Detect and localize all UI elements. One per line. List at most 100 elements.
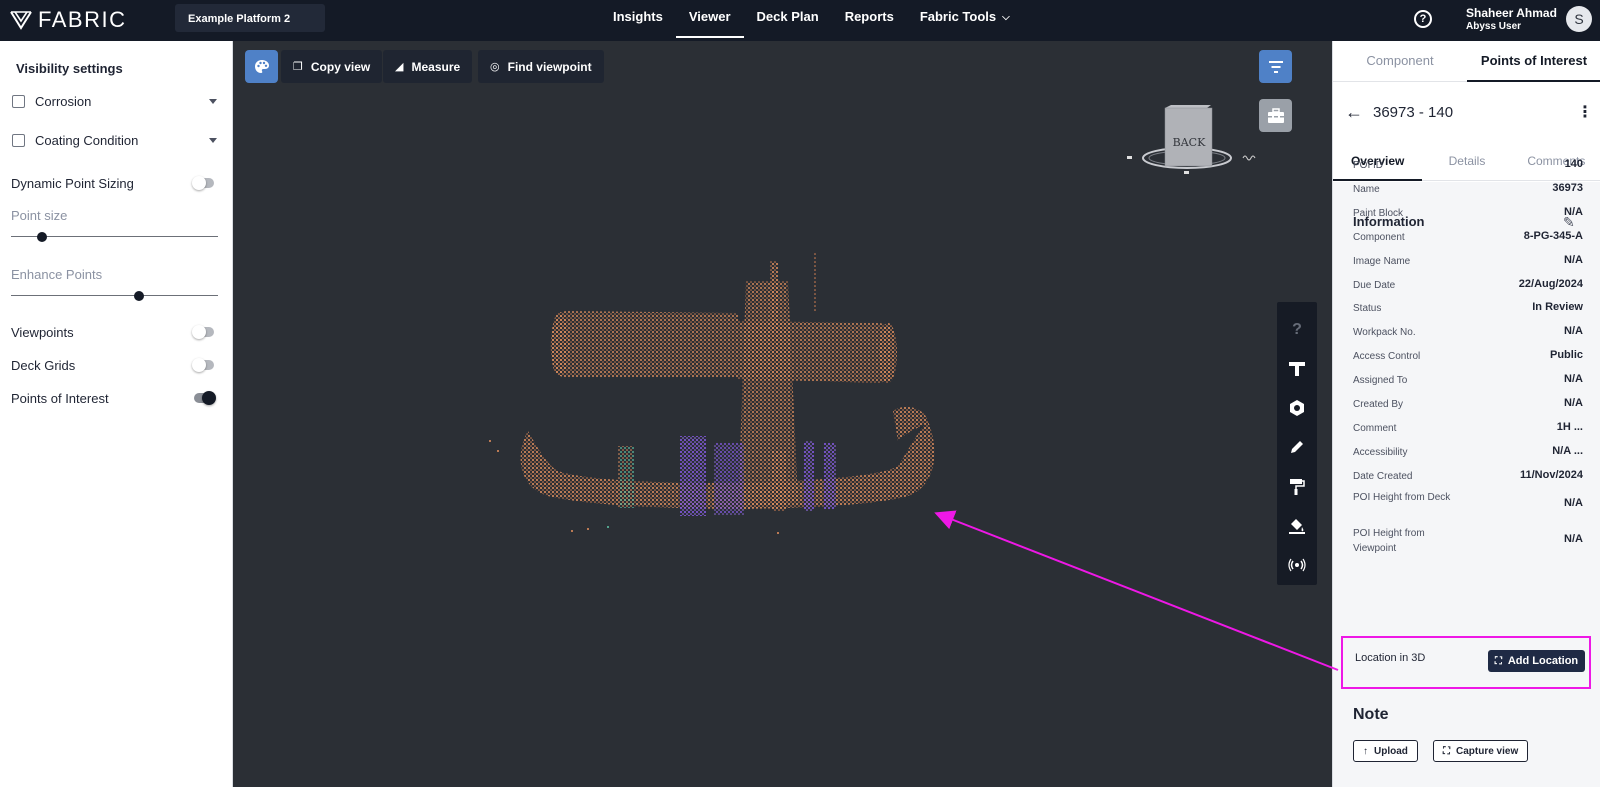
location-in-3d-label: Location in 3D: [1355, 652, 1426, 664]
info-key: Paint Block: [1353, 208, 1404, 219]
capture-view-button[interactable]: ⛶ Capture view: [1433, 740, 1529, 762]
info-key: Image Name: [1353, 256, 1411, 267]
caret-down-icon[interactable]: [209, 98, 217, 104]
capture-icon: ⛶: [1443, 745, 1450, 757]
info-value: 36973: [1552, 182, 1583, 194]
back-arrow-icon[interactable]: ←: [1345, 102, 1363, 123]
info-value: 8-PG-345-A: [1523, 230, 1583, 242]
palette-button[interactable]: [245, 50, 278, 83]
dynamic-point-sizing-toggle[interactable]: [192, 176, 214, 190]
chevron-down-icon: ⌵: [1002, 12, 1010, 23]
focus-icon: ⛶: [1494, 655, 1502, 667]
point-size-slider[interactable]: [11, 230, 218, 244]
slider-thumb[interactable]: [134, 291, 145, 301]
platform-selector[interactable]: Example Platform 2: [175, 4, 325, 32]
help-icon[interactable]: ?: [1414, 10, 1432, 28]
paint-roller-icon[interactable]: [1277, 467, 1317, 506]
info-row: Name 36973: [1353, 182, 1583, 197]
tab-points-of-interest[interactable]: Points of Interest: [1467, 41, 1600, 82]
pipe-band: [772, 451, 786, 511]
filter-button[interactable]: [1259, 50, 1292, 83]
info-key: Comment: [1353, 423, 1397, 434]
info-value: N/A: [1564, 533, 1583, 545]
points-of-interest-toggle[interactable]: [194, 391, 216, 405]
hexagon-icon[interactable]: [1277, 389, 1317, 428]
copy-view-button[interactable]: ❐ Copy view: [281, 50, 383, 83]
poi-header: ← 36973 - 140 ⋮: [1345, 101, 1593, 123]
viewpoints-toggle[interactable]: [192, 325, 214, 339]
pipe-band-purple: [824, 443, 836, 509]
coating-condition-checkbox[interactable]: [12, 133, 25, 147]
info-key: POI ID: [1353, 160, 1384, 171]
info-row: Image Name N/A: [1353, 254, 1583, 269]
info-key: Date Created: [1353, 471, 1413, 482]
nav-insights[interactable]: Insights: [600, 0, 676, 41]
nav-deck-plan[interactable]: Deck Plan: [744, 0, 832, 41]
help-icon[interactable]: ?: [1277, 310, 1317, 349]
find-viewpoint-button[interactable]: ◎ Find viewpoint: [478, 50, 604, 83]
points-of-interest-row: Points of Interest: [11, 387, 218, 409]
info-value: 11/Nov/2024: [1520, 469, 1583, 481]
tab-component[interactable]: Component: [1333, 41, 1467, 81]
upload-label: Upload: [1374, 745, 1408, 757]
info-value: N/A: [1564, 206, 1583, 218]
avatar[interactable]: S: [1566, 6, 1592, 32]
info-row: Created By N/A: [1353, 397, 1583, 412]
coating-condition-filter[interactable]: Coating Condition: [12, 129, 217, 151]
fabric-logo-icon: [10, 11, 32, 30]
nav-fabric-tools[interactable]: Fabric Tools ⌵: [907, 0, 1023, 41]
pipe-band-teal: [618, 446, 634, 508]
information-section: Information ✎ POI ID 140 Name 36973 Paint Bl…: [1333, 158, 1600, 787]
info-key: Assigned To: [1353, 375, 1408, 386]
nav-cube-label: BACK: [1173, 136, 1206, 149]
info-value: Public: [1549, 349, 1583, 361]
copy-icon: ❐: [293, 61, 303, 73]
add-location-button[interactable]: ⛶ Add Location: [1488, 650, 1585, 672]
corrosion-checkbox[interactable]: [12, 94, 25, 108]
location-in-3d-row: Location in 3D ⛶ Add Location: [1341, 636, 1591, 689]
upload-icon: ↑: [1363, 745, 1368, 757]
panel-tabs: Component Points of Interest: [1333, 41, 1600, 82]
measure-button[interactable]: ◢ Measure: [383, 50, 473, 83]
info-row: POI ID 140: [1353, 158, 1583, 173]
broadcast-icon[interactable]: [1277, 546, 1317, 585]
side-toolbar: ?: [1277, 302, 1317, 585]
deck-grids-row: Deck Grids: [11, 354, 218, 376]
ruler-icon: ◢: [395, 61, 404, 73]
dynamic-point-sizing-label: Dynamic Point Sizing: [11, 175, 134, 191]
user-name: Shaheer Ahmad: [1466, 6, 1557, 20]
info-row: Date Created 11/Nov/2024: [1353, 469, 1583, 484]
stem-top: [770, 261, 778, 331]
info-value: N/A: [1564, 497, 1583, 509]
caret-down-icon[interactable]: [209, 137, 217, 143]
nav-viewer[interactable]: Viewer: [675, 0, 744, 41]
info-row: POI Height from Deck N/A: [1353, 490, 1583, 509]
enhance-points-slider[interactable]: [11, 289, 218, 303]
upload-button[interactable]: ↑ Upload: [1353, 740, 1418, 762]
tee-icon[interactable]: [1277, 349, 1317, 388]
corrosion-filter[interactable]: Corrosion: [12, 90, 217, 112]
3d-viewer[interactable]: ❐ Copy view ◢ Measure ◎ Find viewpoint B…: [233, 41, 1332, 787]
deck-grids-label: Deck Grids: [11, 357, 76, 373]
paint-bucket-icon[interactable]: [1277, 506, 1317, 545]
point-cloud-model[interactable]: [488, 251, 948, 541]
navigation-cube[interactable]: BACK: [1125, 103, 1265, 183]
info-key: Name: [1353, 184, 1380, 195]
fabric-logo[interactable]: FABRIC: [10, 7, 127, 32]
coating-condition-label: Coating Condition: [35, 132, 139, 148]
brand-name: FABRIC: [38, 7, 127, 32]
info-key: Workpack No.: [1353, 327, 1416, 338]
target-icon: ◎: [490, 61, 500, 73]
user-info[interactable]: Shaheer Ahmad Abyss User: [1466, 6, 1557, 32]
info-value: N/A: [1564, 254, 1583, 266]
info-value: 22/Aug/2024: [1518, 278, 1583, 290]
more-options-icon[interactable]: ⋮: [1577, 102, 1593, 122]
details-panel: Component Points of Interest ← 36973 - 1…: [1332, 41, 1600, 787]
slider-thumb[interactable]: [37, 232, 48, 242]
info-value: 140: [1564, 158, 1583, 170]
deck-grids-toggle[interactable]: [192, 358, 214, 372]
pencil-icon[interactable]: [1277, 428, 1317, 467]
nav-reports[interactable]: Reports: [832, 0, 907, 41]
info-value: 1H ...: [1556, 421, 1583, 433]
enhance-points-label: Enhance Points: [11, 267, 103, 282]
